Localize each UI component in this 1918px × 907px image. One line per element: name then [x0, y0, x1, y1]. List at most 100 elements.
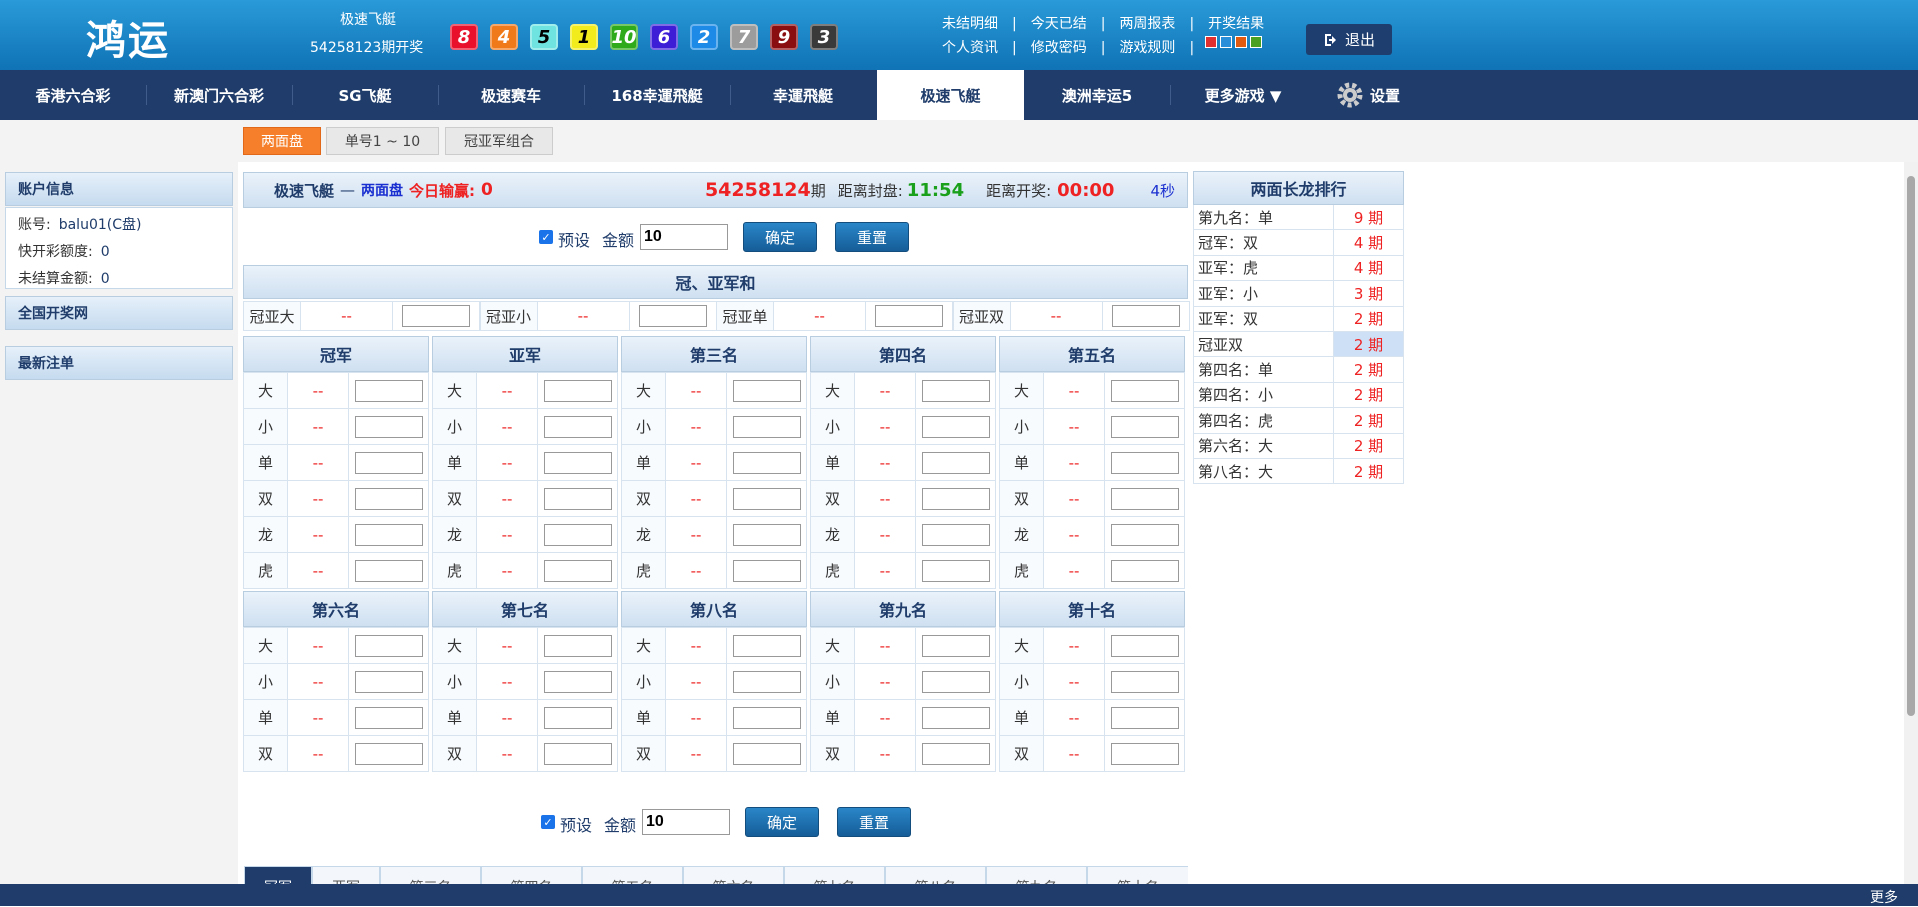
bet-amount-input[interactable]	[354, 670, 423, 693]
bet-amount-input[interactable]	[543, 670, 612, 693]
amount-input[interactable]	[642, 809, 730, 835]
bottom-position-tab[interactable]: 第九名	[986, 866, 1087, 884]
bet-amount-input[interactable]	[354, 559, 423, 582]
bet-amount-input[interactable]	[1110, 670, 1179, 693]
bet-amount-input[interactable]	[354, 634, 423, 657]
bet-amount-input[interactable]	[921, 451, 990, 474]
bottom-position-tab[interactable]: 第六名	[683, 866, 784, 884]
preset-checkbox[interactable]: ✓	[539, 230, 553, 244]
top-link[interactable]: 个人资讯	[936, 36, 1004, 60]
reset-button[interactable]: 重置	[837, 807, 911, 837]
confirm-button[interactable]: 确定	[745, 807, 819, 837]
nav-tab[interactable]: 极速飞艇	[877, 70, 1024, 120]
bet-amount-input[interactable]	[1110, 742, 1179, 765]
nav-tab[interactable]: 168幸運飛艇	[584, 70, 730, 120]
bet-amount-input[interactable]	[732, 415, 801, 438]
nav-tab[interactable]: 幸運飛艇	[730, 70, 876, 120]
top-link[interactable]: 游戏规则	[1113, 36, 1181, 60]
top-link[interactable]: 未结明细	[936, 12, 1004, 36]
bet-amount-input[interactable]	[732, 706, 801, 729]
bet-amount-input[interactable]	[354, 451, 423, 474]
amount-input[interactable]	[640, 224, 728, 250]
bet-amount-input[interactable]	[732, 487, 801, 510]
scrollbar-thumb[interactable]	[1907, 176, 1915, 716]
skin-color-swatch[interactable]	[1220, 36, 1233, 48]
bet-amount-input[interactable]	[354, 379, 423, 402]
top-link[interactable]: 修改密码	[1025, 36, 1093, 60]
reset-button[interactable]: 重置	[835, 222, 909, 252]
preset-checkbox[interactable]: ✓	[541, 815, 555, 829]
bet-amount-input[interactable]	[732, 559, 801, 582]
bet-amount-input[interactable]	[921, 415, 990, 438]
bet-amount-input[interactable]	[543, 706, 612, 729]
nav-tab[interactable]: 极速赛车	[438, 70, 584, 120]
bet-amount-input[interactable]	[1110, 559, 1179, 582]
bet-amount-input[interactable]	[1110, 634, 1179, 657]
bet-amount-input[interactable]	[543, 487, 612, 510]
bet-amount-input[interactable]	[732, 634, 801, 657]
skin-color-swatch[interactable]	[1235, 36, 1248, 48]
bottom-position-tab[interactable]: 第四名	[481, 866, 582, 884]
bet-amount-input[interactable]	[921, 742, 990, 765]
bottom-position-tab[interactable]: 亚军	[312, 866, 380, 884]
bottom-position-tab[interactable]: 第十名	[1087, 866, 1188, 884]
play-subtab[interactable]: 两面盘	[243, 127, 321, 155]
sum-bet-input[interactable]	[638, 305, 707, 327]
nav-tab[interactable]: 香港六合彩	[0, 70, 146, 120]
bottom-position-tab[interactable]: 第八名	[885, 866, 986, 884]
bet-amount-input[interactable]	[921, 379, 990, 402]
bet-amount-input[interactable]	[921, 706, 990, 729]
sum-bet-input[interactable]	[1111, 305, 1180, 327]
skin-color-swatch[interactable]	[1205, 36, 1218, 48]
page-scrollbar[interactable]	[1904, 162, 1918, 884]
bet-amount-input[interactable]	[732, 379, 801, 402]
confirm-button[interactable]: 确定	[743, 222, 817, 252]
bet-amount-input[interactable]	[732, 451, 801, 474]
bet-amount-input[interactable]	[921, 523, 990, 546]
bet-amount-input[interactable]	[732, 523, 801, 546]
bet-amount-input[interactable]	[732, 670, 801, 693]
bet-amount-input[interactable]	[354, 523, 423, 546]
bottom-position-tab[interactable]: 第七名	[784, 866, 885, 884]
sum-bet-input[interactable]	[875, 305, 943, 327]
play-subtab[interactable]: 冠亚军组合	[445, 127, 553, 155]
bet-amount-input[interactable]	[921, 559, 990, 582]
bet-amount-input[interactable]	[921, 487, 990, 510]
nav-tab[interactable]: 更多游戏 ▼	[1170, 70, 1316, 120]
sum-bet-input[interactable]	[402, 305, 470, 327]
nav-settings[interactable]: 设置	[1318, 70, 1418, 120]
bottom-position-tab[interactable]: 第五名	[582, 866, 683, 884]
latest-bets-link[interactable]: 最新注单	[5, 346, 233, 380]
bet-amount-input[interactable]	[1110, 523, 1179, 546]
bet-amount-input[interactable]	[354, 742, 423, 765]
bottom-position-tab[interactable]: 第三名	[380, 866, 481, 884]
bet-amount-input[interactable]	[1110, 415, 1179, 438]
bet-amount-input[interactable]	[921, 634, 990, 657]
bet-amount-input[interactable]	[1110, 379, 1179, 402]
nav-tab[interactable]: SG飞艇	[292, 70, 438, 120]
nav-tab[interactable]: 澳洲幸运5	[1024, 70, 1170, 120]
bet-amount-input[interactable]	[543, 634, 612, 657]
bet-amount-input[interactable]	[543, 451, 612, 474]
bet-amount-input[interactable]	[543, 379, 612, 402]
bet-amount-input[interactable]	[921, 670, 990, 693]
bet-amount-input[interactable]	[354, 487, 423, 510]
footer-more-link[interactable]: 更多	[1870, 887, 1898, 907]
top-link[interactable]: 两周报表	[1113, 12, 1181, 36]
bet-amount-input[interactable]	[543, 415, 612, 438]
bet-amount-input[interactable]	[1110, 487, 1179, 510]
bet-amount-input[interactable]	[732, 742, 801, 765]
refresh-timer[interactable]: 4秒	[1150, 180, 1175, 201]
bet-amount-input[interactable]	[543, 742, 612, 765]
skin-color-swatch[interactable]	[1250, 36, 1263, 48]
national-lottery-link[interactable]: 全国开奖网	[5, 296, 233, 330]
bet-amount-input[interactable]	[354, 706, 423, 729]
top-link[interactable]: 开奖结果	[1202, 12, 1270, 36]
top-link[interactable]: 今天已结	[1025, 12, 1093, 36]
bet-amount-input[interactable]	[543, 523, 612, 546]
bet-amount-input[interactable]	[354, 415, 423, 438]
bet-amount-input[interactable]	[1110, 706, 1179, 729]
logout-button[interactable]: 退出	[1306, 24, 1392, 55]
play-subtab[interactable]: 单号1 ~ 10	[326, 127, 439, 155]
nav-tab[interactable]: 新澳门六合彩	[146, 70, 292, 120]
